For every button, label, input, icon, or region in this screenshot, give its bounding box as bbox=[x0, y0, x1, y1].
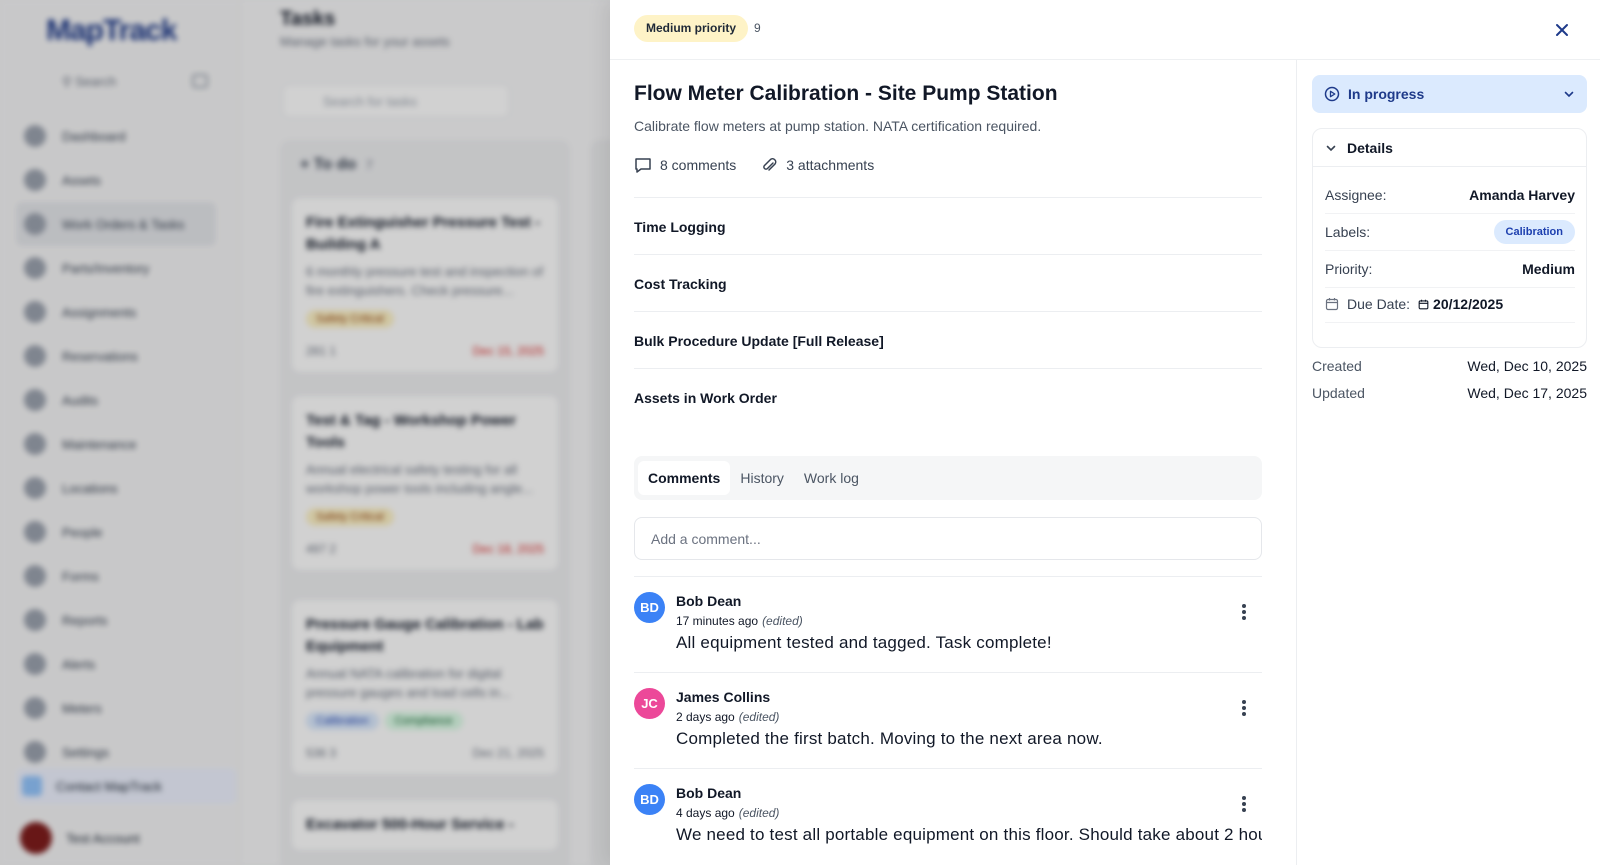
drawer-sidebar: In progress Details Assignee: Amanda Har… bbox=[1296, 60, 1600, 865]
comment-time: 17 minutes ago (edited) bbox=[676, 614, 803, 628]
task-meta: 8 comments 3 attachments bbox=[634, 156, 898, 174]
chevron-down-icon bbox=[1326, 145, 1336, 151]
calendar-icon bbox=[1418, 299, 1429, 309]
section-bulk-procedure[interactable]: Bulk Procedure Update [Full Release] bbox=[634, 311, 1262, 369]
comment-time: 2 days ago (edited) bbox=[676, 710, 780, 724]
tab-history[interactable]: History bbox=[730, 461, 794, 495]
comment-item: BD Bob Dean 17 minutes ago (edited) All e… bbox=[634, 576, 1262, 672]
comment-time: 4 days ago (edited) bbox=[676, 806, 780, 820]
drawer-header: Medium priority 9 bbox=[610, 0, 1600, 60]
task-number: 9 bbox=[754, 21, 761, 35]
modal-overlay[interactable] bbox=[0, 0, 610, 865]
more-options-icon[interactable] bbox=[1236, 601, 1252, 623]
tab-comments[interactable]: Comments bbox=[638, 461, 731, 495]
comment-input[interactable] bbox=[634, 517, 1262, 560]
details-card: Details Assignee: Amanda Harvey Labels: … bbox=[1312, 128, 1587, 348]
updated-date: Updated Wed, Dec 17, 2025 bbox=[1312, 385, 1587, 401]
section-time-logging[interactable]: Time Logging bbox=[634, 197, 1262, 255]
details-toggle[interactable]: Details bbox=[1313, 129, 1586, 167]
comment-item: JC James Collins 2 days ago (edited) Comp… bbox=[634, 672, 1262, 768]
task-title: Flow Meter Calibration - Site Pump Stati… bbox=[634, 82, 1058, 105]
comment-author: Bob Dean bbox=[676, 593, 742, 609]
avatar[interactable]: JC bbox=[634, 688, 665, 719]
detail-priority: Priority: Medium bbox=[1325, 251, 1575, 288]
priority-badge: Medium priority bbox=[634, 15, 749, 42]
detail-due-date: Due Date: 20/12/2025 bbox=[1325, 286, 1575, 323]
comment-text: All equipment tested and tagged. Task co… bbox=[676, 633, 1052, 652]
paperclip-icon bbox=[763, 158, 777, 171]
close-icon bbox=[1556, 24, 1568, 36]
comments-count[interactable]: 8 comments bbox=[634, 156, 736, 174]
detail-assignee: Assignee: Amanda Harvey bbox=[1325, 177, 1575, 214]
more-options-icon[interactable] bbox=[1236, 793, 1252, 815]
play-circle-icon bbox=[1324, 86, 1340, 102]
created-date: Created Wed, Dec 10, 2025 bbox=[1312, 358, 1587, 374]
attachments-count[interactable]: 3 attachments bbox=[760, 156, 874, 174]
section-cost-tracking[interactable]: Cost Tracking bbox=[634, 254, 1262, 312]
label-chip[interactable]: Calibration bbox=[1493, 220, 1575, 244]
more-options-icon[interactable] bbox=[1236, 697, 1252, 719]
avatar[interactable]: BD bbox=[634, 592, 665, 623]
priority-value[interactable]: Medium bbox=[1522, 261, 1575, 277]
avatar[interactable]: BD bbox=[634, 784, 665, 815]
comment-text: Completed the first batch. Moving to the… bbox=[676, 729, 1103, 748]
comment-item: BD Bob Dean 4 days ago (edited) We need t… bbox=[634, 768, 1262, 864]
assignee-value[interactable]: Amanda Harvey bbox=[1469, 187, 1575, 203]
comment-author: James Collins bbox=[676, 689, 771, 705]
detail-labels: Labels: Calibration bbox=[1325, 214, 1575, 251]
close-button[interactable] bbox=[1550, 18, 1574, 42]
tab-work-log[interactable]: Work log bbox=[794, 461, 869, 495]
drawer-main: Flow Meter Calibration - Site Pump Stati… bbox=[634, 60, 1262, 865]
comment-icon bbox=[635, 158, 651, 173]
due-date-value[interactable]: 20/12/2025 bbox=[1418, 296, 1503, 312]
task-description: Calibrate flow meters at pump station. N… bbox=[634, 118, 1042, 134]
comment-tabs: Comments History Work log bbox=[634, 456, 1262, 500]
calendar-icon bbox=[1325, 298, 1339, 311]
comment-text: We need to test all portable equipment o… bbox=[676, 825, 1262, 844]
section-assets[interactable]: Assets in Work Order bbox=[634, 368, 1262, 426]
comment-author: Bob Dean bbox=[676, 785, 742, 801]
status-select[interactable]: In progress bbox=[1312, 75, 1587, 113]
chevron-down-icon bbox=[1564, 91, 1574, 98]
